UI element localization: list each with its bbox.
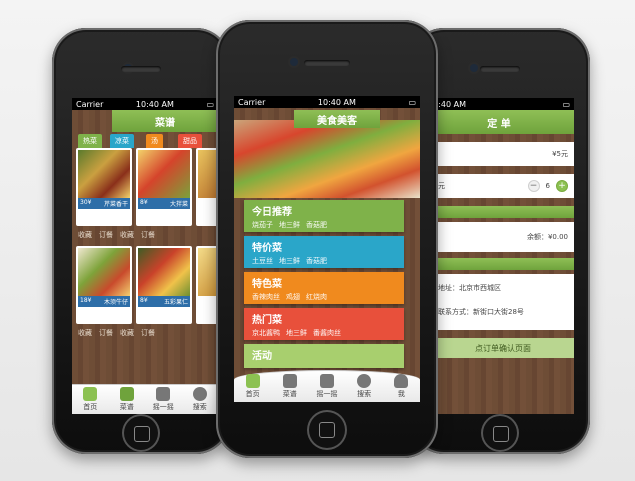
tab-profile[interactable]: 我 xyxy=(384,374,418,399)
clock: 10:40 AM xyxy=(135,99,174,109)
card-actions: 收藏 订餐 收藏 订餐 xyxy=(78,230,155,240)
page-title-bar: 菜谱 xyxy=(112,110,218,132)
search-icon xyxy=(192,387,207,401)
tab-recipes[interactable]: 菜谱 xyxy=(273,374,307,399)
hero-food-image xyxy=(234,120,420,198)
battery-icon: ▭ xyxy=(206,99,214,109)
middle-screen: Carrier 10:40 AM ▭ 美食美客 今日推荐 烧茄子 地三鲜 香菇肥 特… xyxy=(234,96,420,402)
food-image xyxy=(198,248,218,296)
category-popular[interactable]: 热门菜 京北酱鸭 地三鲜 番酱肉丝 xyxy=(244,308,404,340)
tab-home[interactable]: 首页 xyxy=(236,374,270,399)
front-camera xyxy=(290,58,298,66)
quantity-stepper[interactable]: − 6 + xyxy=(527,180,568,192)
order-link[interactable]: 订餐 xyxy=(141,328,155,338)
home-button[interactable] xyxy=(122,414,160,452)
home-button[interactable] xyxy=(481,414,519,452)
category-today[interactable]: 今日推荐 烧茄子 地三鲜 香菇肥 xyxy=(244,200,404,232)
tab-dessert[interactable]: 甜品 xyxy=(178,134,202,148)
food-card[interactable]: 8¥ 五彩果仁 xyxy=(136,246,192,324)
category-featured[interactable]: 特色菜 香辣肉丝 鸡翅 红烧肉 xyxy=(244,272,404,304)
tab-search[interactable]: 搜索 xyxy=(347,374,381,399)
tab-bar: 首页 菜谱 摇一摇 搜索 我 xyxy=(234,370,420,402)
search-icon xyxy=(357,374,372,388)
status-bar: Carrier 10:40 AM ▭ xyxy=(72,98,218,110)
right-screen: 10:40 AM ▭ 定 单 ¥5元 元 − 6 + 余额：¥0.00 地址：北… xyxy=(424,98,574,414)
battery-icon: ▭ xyxy=(408,97,416,107)
favorite-link[interactable]: 收藏 xyxy=(120,230,134,240)
favorite-link[interactable]: 收藏 xyxy=(120,328,134,338)
clock: 10:40 AM xyxy=(317,97,356,107)
category-special-price[interactable]: 特价菜 土豆丝 地三鲜 香菇肥 xyxy=(244,236,404,268)
food-card[interactable]: 30¥ 芹菜香干 xyxy=(76,148,132,226)
home-button[interactable] xyxy=(307,410,347,450)
food-card[interactable] xyxy=(196,148,218,226)
tab-recipes[interactable]: 菜谱 xyxy=(110,387,144,412)
food-card[interactable]: 8¥ 大拌菜 xyxy=(136,148,192,226)
address-text: 地址：北京市西城区 xyxy=(438,284,501,292)
home-icon xyxy=(83,387,98,401)
food-image xyxy=(138,248,190,296)
middle-phone: Carrier 10:40 AM ▭ 美食美客 今日推荐 烧茄子 地三鲜 香菇肥 特… xyxy=(216,20,438,458)
carrier-label: Carrier xyxy=(76,99,104,109)
battery-icon: ▭ xyxy=(562,99,570,109)
tab-soup[interactable]: 汤 xyxy=(146,134,163,148)
quantity-label: 元 xyxy=(438,182,445,190)
food-image xyxy=(138,150,190,198)
balance-value: 余额：¥0.00 xyxy=(526,233,568,241)
submit-button[interactable]: 点订单确认页面 xyxy=(432,338,574,358)
speaker-grille xyxy=(121,66,161,72)
unit-price: ¥5元 xyxy=(552,150,568,158)
front-camera xyxy=(470,64,478,72)
price-row: ¥5元 xyxy=(432,142,574,166)
tab-cold[interactable]: 凉菜 xyxy=(110,134,134,148)
address-card: 地址：北京市西城区 联系方式：新街口大街28号 xyxy=(432,274,574,330)
balance-row: 余额：¥0.00 xyxy=(432,222,574,252)
speaker-grille xyxy=(304,60,350,66)
user-icon xyxy=(394,374,409,388)
quantity-row: 元 − 6 + xyxy=(432,174,574,198)
home-icon xyxy=(245,374,260,388)
food-image xyxy=(78,150,130,198)
order-link[interactable]: 订餐 xyxy=(141,230,155,240)
food-image xyxy=(198,150,218,198)
left-screen: Carrier 10:40 AM ▭ 菜谱 热菜 凉菜 汤 甜品 30¥ 芹菜香干… xyxy=(72,98,218,414)
minus-icon[interactable]: − xyxy=(527,180,540,192)
order-link[interactable]: 订餐 xyxy=(99,230,113,240)
shake-icon xyxy=(156,387,171,401)
food-card[interactable]: 18¥ 木须牛仔 xyxy=(76,246,132,324)
food-image xyxy=(78,248,130,296)
tab-home[interactable]: 首页 xyxy=(73,387,107,412)
quantity-value: 6 xyxy=(545,182,550,190)
divider-band xyxy=(432,206,574,218)
order-link[interactable]: 订餐 xyxy=(99,328,113,338)
category-events[interactable]: 活动 xyxy=(244,344,404,368)
favorite-link[interactable]: 收藏 xyxy=(78,230,92,240)
status-bar: Carrier 10:40 AM ▭ xyxy=(234,96,420,108)
tab-shake[interactable]: 摇一摇 xyxy=(146,387,180,412)
card-actions: 收藏 订餐 收藏 订餐 xyxy=(78,328,155,338)
book-icon xyxy=(119,387,134,401)
page-title: 菜谱 xyxy=(155,117,175,129)
food-card[interactable] xyxy=(196,246,218,324)
page-title: 定 单 xyxy=(487,118,511,130)
page-title-bar: 美食美客 xyxy=(294,110,380,128)
shake-icon xyxy=(319,374,334,388)
tab-bar: 首页 菜谱 摇一摇 搜索 xyxy=(72,384,218,414)
carrier-label: Carrier xyxy=(238,97,266,107)
page-title: 美食美客 xyxy=(317,115,357,127)
favorite-link[interactable]: 收藏 xyxy=(78,328,92,338)
divider-band xyxy=(432,258,574,270)
tab-hot[interactable]: 热菜 xyxy=(78,134,102,148)
tab-shake[interactable]: 摇一摇 xyxy=(310,374,344,399)
left-phone: Carrier 10:40 AM ▭ 菜谱 热菜 凉菜 汤 甜品 30¥ 芹菜香干… xyxy=(52,28,230,454)
contact-text: 联系方式：新街口大街28号 xyxy=(438,308,524,316)
plus-icon[interactable]: + xyxy=(556,180,568,192)
status-bar: 10:40 AM ▭ xyxy=(424,98,574,110)
page-title-bar: 定 单 xyxy=(424,110,574,134)
tab-search[interactable]: 搜索 xyxy=(183,387,217,412)
speaker-grille xyxy=(480,66,520,72)
book-icon xyxy=(282,374,297,388)
